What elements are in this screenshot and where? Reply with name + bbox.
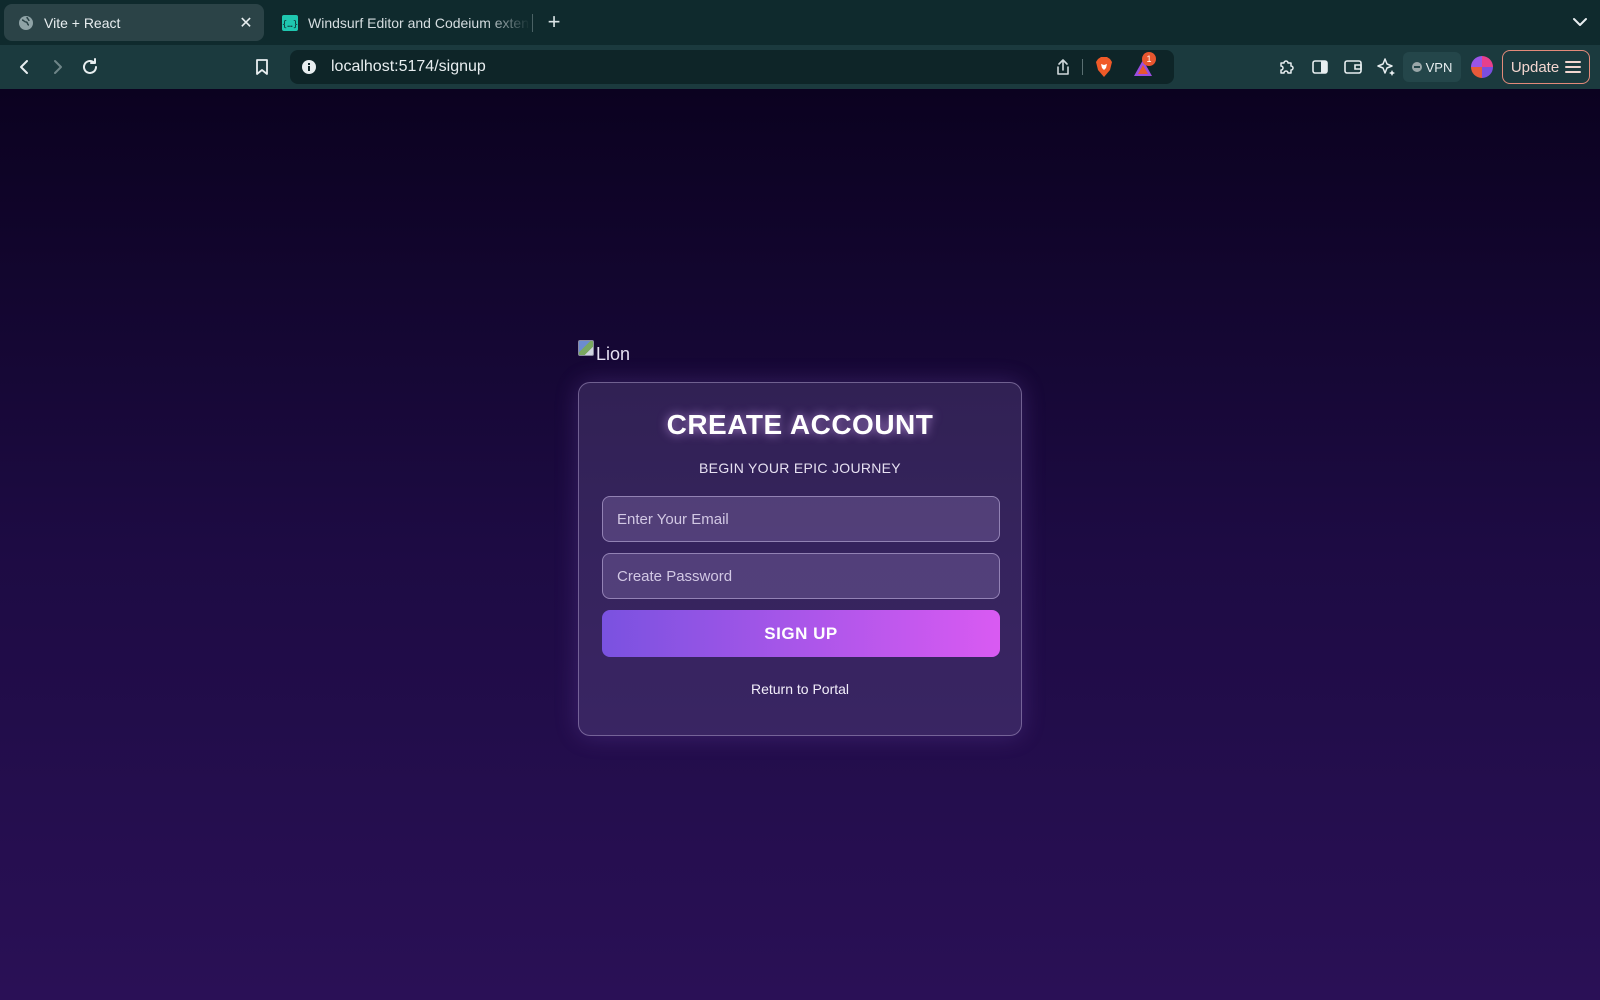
page-subtitle: BEGIN YOUR EPIC JOURNEY: [699, 460, 901, 476]
vpn-label: VPN: [1425, 59, 1453, 75]
reload-icon: [83, 58, 97, 74]
wallet-button[interactable]: [1339, 53, 1367, 81]
sidebar-button[interactable]: [1306, 53, 1334, 81]
puzzle-icon: [1280, 60, 1294, 74]
reload-button[interactable]: [76, 53, 104, 81]
bookmark-icon: [256, 59, 268, 75]
arrow-right-icon: [54, 60, 62, 74]
url-text[interactable]: localhost:5174/signup: [331, 50, 486, 84]
signup-page: Lion CREATE ACCOUNT BEGIN YOUR EPIC JOUR…: [0, 89, 1600, 1000]
page-title: CREATE ACCOUNT: [666, 409, 934, 440]
arrow-left-icon: [20, 60, 28, 74]
leo-ai-button[interactable]: [1372, 53, 1400, 81]
hamburger-menu-icon: [1565, 61, 1582, 73]
browser-tab-strip: Vite + React ✕ {…} Windsurf Editor and C…: [0, 0, 1600, 45]
email-field[interactable]: [602, 496, 1000, 542]
globe-icon: [19, 15, 33, 30]
new-tab-button[interactable]: +: [541, 8, 567, 36]
tab-vite-react[interactable]: Vite + React ✕: [4, 4, 264, 41]
logo-alt-text: Lion: [596, 343, 631, 364]
sparkle-icon: [1377, 58, 1395, 76]
address-bar[interactable]: localhost:5174/signup 1: [290, 50, 1174, 84]
wallet-icon: [1344, 60, 1362, 74]
svg-text:{…}: {…}: [282, 20, 298, 30]
tab-divider: [532, 14, 533, 32]
lion-logo-image: Lion: [578, 340, 631, 366]
sign-up-button[interactable]: SIGN UP: [602, 610, 1000, 657]
forward-button[interactable]: [43, 53, 71, 81]
close-tab-icon[interactable]: ✕: [232, 13, 260, 33]
return-to-portal-link[interactable]: Return to Portal: [579, 681, 1021, 697]
chevron-down-icon[interactable]: [1568, 10, 1592, 34]
back-button[interactable]: [11, 53, 39, 81]
browser-toolbar: localhost:5174/signup 1 VPN Update: [0, 45, 1600, 89]
bookmark-button[interactable]: [248, 53, 276, 81]
brave-rewards-icon[interactable]: 1: [1130, 52, 1156, 81]
vpn-status-icon: [1411, 62, 1422, 72]
extensions-button[interactable]: [1273, 53, 1301, 81]
password-field[interactable]: [602, 553, 1000, 599]
site-info-icon[interactable]: [298, 56, 320, 78]
share-icon[interactable]: [1052, 56, 1074, 78]
sidebar-icon: [1312, 60, 1328, 74]
signup-card: CREATE ACCOUNT BEGIN YOUR EPIC JOURNEY S…: [578, 382, 1022, 736]
tab-windsurf[interactable]: {…} Windsurf Editor and Codeium extensio…: [268, 4, 530, 41]
update-menu-button[interactable]: Update: [1502, 50, 1590, 84]
tab-title: Windsurf Editor and Codeium extensions: [308, 14, 530, 31]
vpn-button[interactable]: VPN: [1403, 52, 1461, 82]
update-label: Update: [1510, 58, 1560, 76]
broken-image-icon: [578, 340, 594, 356]
profile-avatar[interactable]: [1471, 56, 1493, 78]
divider: [1082, 59, 1083, 75]
tab-title: Vite + React: [44, 14, 121, 31]
windsurf-icon: {…}: [282, 14, 298, 31]
rewards-badge: 1: [1142, 52, 1156, 66]
brave-shields-icon[interactable]: [1092, 55, 1116, 79]
